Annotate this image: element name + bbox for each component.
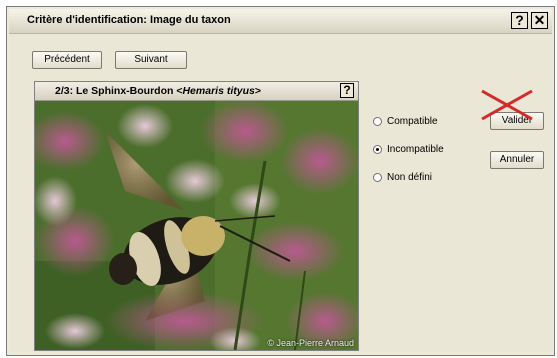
close-icon: ✕ bbox=[533, 12, 546, 28]
panel-header: 2/3: Le Sphinx-Bourdon <Hemaris tityus> … bbox=[35, 82, 358, 101]
cancel-button[interactable]: Annuler bbox=[490, 151, 544, 169]
previous-button[interactable]: Précédent bbox=[32, 51, 102, 69]
disabled-cross-icon bbox=[481, 89, 533, 121]
taxon-image-panel: 2/3: Le Sphinx-Bourdon <Hemaris tityus> … bbox=[34, 81, 359, 351]
next-button[interactable]: Suivant bbox=[115, 51, 187, 69]
panel-help-button[interactable]: ? bbox=[340, 83, 354, 98]
radio-incompatible-label: Incompatible bbox=[387, 143, 444, 155]
dialog-window: Critère d'identification: Image du taxon… bbox=[6, 6, 555, 356]
radio-undefined[interactable]: Non défini bbox=[373, 170, 432, 184]
dialog-content: Précédent Suivant 2/3: Le Sphinx-Bourdon… bbox=[9, 34, 552, 353]
radio-undefined-label: Non défini bbox=[387, 171, 433, 183]
species-name: Hemaris tityus bbox=[182, 85, 255, 97]
radio-compatible[interactable]: Compatible bbox=[373, 114, 438, 128]
window-title: Critère d'identification: Image du taxon bbox=[27, 14, 231, 26]
radio-compatible-dot[interactable] bbox=[373, 116, 382, 126]
panel-title: 2/3: Le Sphinx-Bourdon <Hemaris tityus> bbox=[55, 85, 261, 97]
title-bar: Critère d'identification: Image du taxon… bbox=[9, 9, 552, 34]
photo-credit: © Jean-Pierre Arnaud bbox=[267, 338, 354, 348]
taxon-photo bbox=[35, 101, 358, 350]
help-button[interactable]: ? bbox=[511, 12, 528, 29]
close-button[interactable]: ✕ bbox=[531, 12, 548, 29]
radio-compatible-label: Compatible bbox=[387, 115, 438, 127]
radio-undefined-dot[interactable] bbox=[373, 172, 382, 182]
radio-incompatible[interactable]: Incompatible bbox=[373, 142, 444, 156]
radio-incompatible-dot[interactable] bbox=[373, 144, 382, 154]
